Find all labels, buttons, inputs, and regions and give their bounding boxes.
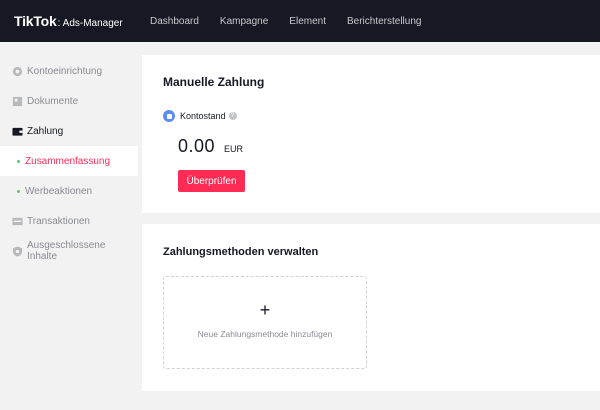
top-bar: TikTok : Ads-Manager Dashboard Kampagne …: [0, 0, 600, 42]
documents-icon: [12, 96, 23, 107]
help-icon[interactable]: ?: [228, 112, 237, 120]
balance-value: 0.00: [178, 136, 216, 156]
plus-icon: +: [259, 300, 271, 320]
bullet-dot: [17, 159, 20, 163]
sidebar-item-label: Ausgeschlossene Inhalte: [27, 240, 106, 262]
sidebar-item-kontoeinrichtung[interactable]: Kontoeinrichtung: [0, 56, 138, 86]
balance-label-row: Kontostand ?: [163, 110, 237, 122]
sidebar-item-zahlung[interactable]: Zahlung: [0, 116, 138, 146]
tiktok-ads-manager-logo[interactable]: TikTok : Ads-Manager: [14, 13, 138, 29]
wallet-icon: [12, 126, 23, 137]
sidebar-item-transaktionen[interactable]: Transaktionen: [0, 206, 138, 236]
bullet-dot: [17, 189, 20, 193]
nav-kampagne[interactable]: Kampagne: [220, 16, 268, 27]
manual-payment-card: Manuelle Zahlung Kontostand ? 0.00 EUR Ü…: [142, 55, 600, 213]
add-payment-method-button[interactable]: + Neue Zahlungsmethode hinzufügen: [163, 276, 367, 369]
sidebar-item-label: Zusammenfassung: [25, 155, 111, 167]
sidebar-item-label: Transaktionen: [27, 215, 90, 227]
sidebar-item-label: Dokumente: [27, 95, 79, 107]
balance-currency: EUR: [224, 144, 244, 154]
sidebar-item-label: Werbeaktionen: [25, 185, 93, 197]
shield-icon: [12, 245, 23, 257]
add-payment-method-label: Neue Zahlungsmethode hinzufügen: [197, 329, 333, 339]
logo-subtitle: : Ads-Manager: [57, 18, 123, 29]
transactions-icon: [12, 216, 23, 227]
sidebar-item-label: Zahlung: [27, 125, 64, 137]
balance-amount: 0.00 EUR: [178, 136, 243, 157]
balance-badge-icon: [163, 110, 175, 122]
main-nav: Dashboard Kampagne Element Berichterstel…: [150, 16, 442, 27]
logo-wordmark: TikTok: [14, 13, 57, 29]
balance-label: Kontostand: [180, 111, 226, 121]
nav-element[interactable]: Element: [289, 16, 326, 27]
sidebar-item-label: Kontoeinrichtung: [27, 65, 103, 77]
account-setup-icon: [12, 66, 23, 77]
sidebar-subitem-werbeaktionen[interactable]: Werbeaktionen: [0, 176, 138, 206]
payment-methods-title: Zahlungsmethoden verwalten: [163, 246, 319, 258]
sidebar-subitem-zusammenfassung[interactable]: Zusammenfassung: [0, 146, 138, 176]
sidebar-item-dokumente[interactable]: Dokumente: [0, 86, 138, 116]
sidebar-item-ausgeschlossene-inhalte[interactable]: Ausgeschlossene Inhalte: [0, 236, 138, 266]
nav-dashboard[interactable]: Dashboard: [150, 16, 199, 27]
sidebar: Kontoeinrichtung Dokumente Zahlung Zusam…: [0, 42, 138, 410]
payment-methods-card: Zahlungsmethoden verwalten + Neue Zahlun…: [142, 224, 600, 391]
review-button[interactable]: Überprüfen: [178, 170, 245, 192]
manual-payment-title: Manuelle Zahlung: [163, 75, 265, 89]
nav-berichterstellung[interactable]: Berichterstellung: [347, 16, 421, 27]
